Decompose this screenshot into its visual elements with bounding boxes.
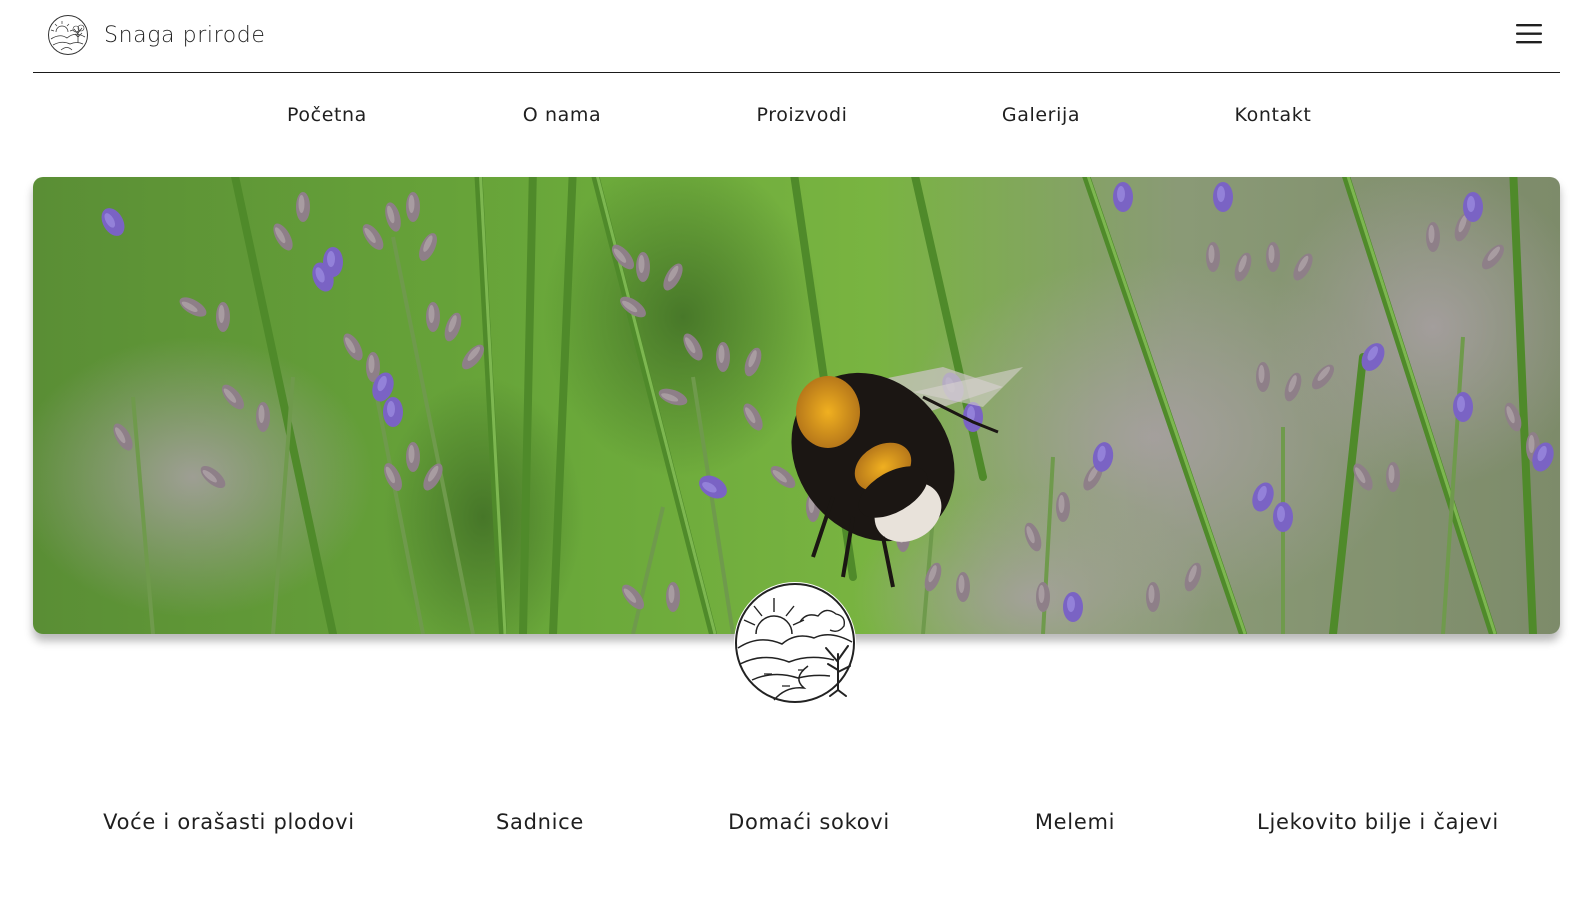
nav-link-proizvodi[interactable]: Proizvodi — [756, 104, 847, 126]
category-link-sokovi[interactable]: Domaći sokovi — [728, 810, 890, 834]
landscape-circle-logo-icon — [48, 15, 88, 55]
site-header: Snaga prirode — [33, 0, 1560, 73]
hero-image-bee-lavender — [33, 177, 1560, 634]
nav-link-o-nama[interactable]: O nama — [523, 104, 601, 126]
category-link-voce[interactable]: Voće i orašasti plodovi — [103, 810, 355, 834]
brand-name: Snaga prirode — [104, 22, 266, 48]
category-link-ljekovito-bilje[interactable]: Ljekovito bilje i čajevi — [1257, 810, 1499, 834]
category-link-melemi[interactable]: Melemi — [1035, 810, 1115, 834]
brand-link[interactable]: Snaga prirode — [47, 14, 266, 56]
page: Snaga prirode Početna O nama Proizvodi G… — [0, 0, 1591, 915]
nav-link-kontakt[interactable]: Kontakt — [1235, 104, 1312, 126]
main-navigation: Početna O nama Proizvodi Galerija Kontak… — [0, 104, 1591, 144]
nav-link-galerija[interactable]: Galerija — [1002, 104, 1080, 126]
landscape-emblem-icon — [734, 582, 856, 704]
hamburger-menu-icon[interactable] — [1516, 22, 1542, 46]
category-link-sadnice[interactable]: Sadnice — [496, 810, 584, 834]
category-navigation: Voće i orašasti plodovi Sadnice Domaći s… — [0, 810, 1591, 850]
hero-banner — [33, 177, 1560, 634]
nav-link-pocetna[interactable]: Početna — [287, 104, 367, 126]
